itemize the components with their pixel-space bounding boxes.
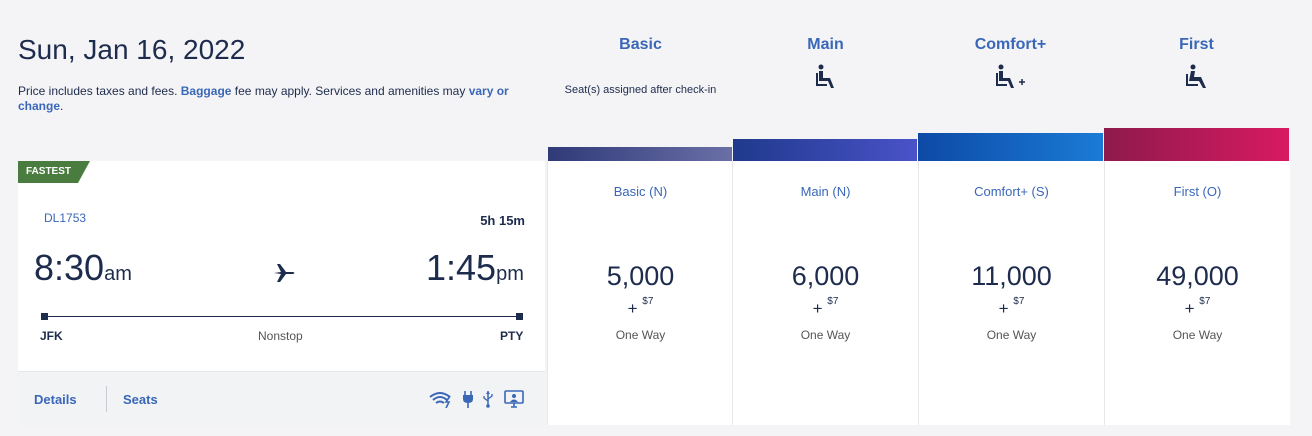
entertainment-icon	[504, 390, 524, 413]
details-link[interactable]: Details	[34, 392, 77, 407]
cabin-name: First	[1179, 36, 1214, 53]
cabin-header-main: Main	[733, 36, 918, 95]
fare-miles: 49,000	[1156, 261, 1239, 291]
fare-fee: + $7	[1105, 296, 1290, 319]
note-text-3: .	[60, 99, 64, 113]
arrival-time-value: 1:45	[426, 247, 497, 288]
note-text-1: Price includes taxes and fees.	[18, 84, 178, 98]
power-icon	[462, 390, 474, 413]
fare-cabin: Comfort+ (S)	[974, 184, 1049, 199]
fare-cabin: Main (N)	[800, 184, 851, 199]
footer-divider	[106, 386, 107, 412]
wifi-icon	[428, 390, 454, 413]
fare-plus: +	[1184, 299, 1195, 318]
cabin-name: Basic	[619, 36, 662, 53]
cabin-bar-basic	[548, 147, 732, 161]
fare-cell-comfort[interactable]: Comfort+ (S) 11,000 + $7 One Way	[918, 161, 1104, 425]
cabin-name: Main	[807, 36, 844, 53]
fare-trip-type: One Way	[615, 328, 666, 342]
fare-fee: + $7	[548, 296, 733, 319]
cabin-header-basic: Basic Seat(s) assigned after check-in	[548, 36, 733, 96]
seats-link[interactable]: Seats	[123, 392, 158, 407]
fare-plus: +	[998, 299, 1009, 318]
fare-fee-amount: $7	[642, 296, 654, 308]
baggage-link[interactable]: Baggage	[181, 84, 232, 98]
stops-label: Nonstop	[258, 329, 303, 343]
seat-icon	[815, 64, 837, 95]
fare-cabin: Basic (N)	[613, 184, 668, 199]
fare-fee-amount: $7	[827, 296, 839, 308]
fare-miles: 11,000	[971, 261, 1052, 291]
flight-number: DL1753	[44, 211, 87, 225]
fare-fee-amount: $7	[1199, 296, 1211, 308]
destination-code: PTY	[500, 329, 524, 343]
fare-plus: +	[812, 299, 823, 318]
fare-trip-type: One Way	[800, 328, 851, 342]
badge-label: FASTEST	[26, 166, 72, 177]
fare-trip-type: One Way	[986, 328, 1037, 342]
fare-fee: + $7	[919, 296, 1104, 319]
airplane-icon	[272, 262, 296, 289]
arrival-ampm: pm	[496, 263, 524, 285]
fare-cell-main[interactable]: Main (N) 6,000 + $7 One Way	[732, 161, 918, 425]
fare-plus: +	[627, 299, 638, 318]
fare-cabin: First (O)	[1173, 184, 1222, 199]
usb-icon	[482, 390, 494, 413]
fare-cell-first[interactable]: First (O) 49,000 + $7 One Way	[1104, 161, 1290, 425]
arrival-time: 1:45pm	[426, 247, 524, 289]
route-line	[44, 316, 520, 317]
cabin-bar-main	[733, 139, 917, 161]
fare-cell-basic[interactable]: Basic (N) 5,000 + $7 One Way	[547, 161, 733, 425]
fare-fee-amount: $7	[1013, 296, 1025, 308]
origin-code: JFK	[40, 329, 63, 343]
fastest-badge: FASTEST	[18, 161, 90, 183]
departure-ampm: am	[104, 263, 132, 285]
note-text-2: fee may apply. Services and amenities ma…	[234, 84, 466, 98]
cabin-bar-first	[1104, 128, 1289, 161]
fare-trip-type: One Way	[1172, 328, 1223, 342]
seat-icon	[1185, 64, 1208, 95]
destination-dot	[516, 313, 523, 320]
fare-miles: 5,000	[606, 261, 675, 291]
price-note: Price includes taxes and fees. Baggage f…	[18, 84, 528, 114]
fare-miles: 6,000	[791, 261, 860, 291]
departure-time: 8:30am	[34, 247, 132, 289]
cabin-subtext: Seat(s) assigned after check-in	[564, 84, 717, 96]
cabin-name: Comfort+	[974, 36, 1047, 53]
cabin-header-first: First	[1104, 36, 1289, 95]
page-date: Sun, Jan 16, 2022	[18, 34, 246, 65]
origin-dot	[41, 313, 48, 320]
flight-duration: 5h 15m	[480, 213, 525, 228]
seat-plus-icon	[995, 64, 1027, 95]
cabin-header-comfort: Comfort+	[918, 36, 1103, 95]
cabin-bar-comfort	[918, 133, 1103, 161]
fare-fee: + $7	[733, 296, 918, 319]
departure-time-value: 8:30	[34, 247, 105, 288]
